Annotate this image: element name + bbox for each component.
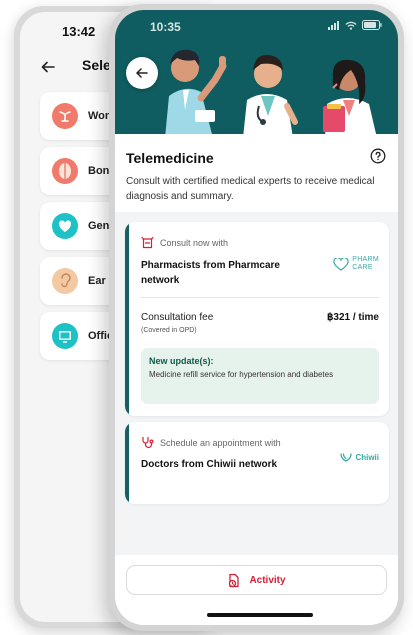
telemedicine-screen: 10:35 Telemedicine Consult with certifie… xyxy=(115,10,398,625)
card-header: Schedule an appointment with xyxy=(141,436,281,449)
card-header-label: Schedule an appointment with xyxy=(160,437,281,448)
status-time: 13:42 xyxy=(62,24,96,39)
pharmcare-logo-line1: PHARM xyxy=(352,256,379,263)
fee-note: (Covered in OPD) xyxy=(141,327,197,334)
card-header-label: Consult now with xyxy=(160,237,229,248)
back-arrow-icon[interactable] xyxy=(41,60,55,74)
card-header: Consult now with xyxy=(141,236,228,249)
chiwii-logo-text: Chiwii xyxy=(355,453,379,462)
bone-joint-icon xyxy=(52,158,78,184)
doctors-illustration xyxy=(165,49,377,134)
page-title: Telemedicine xyxy=(126,150,214,166)
consult-booth-icon xyxy=(141,236,154,249)
pharmcare-logo: PHARM CARE xyxy=(333,256,379,272)
activity-document-icon xyxy=(229,573,240,587)
chiwii-logo: Chiwii xyxy=(340,452,379,463)
ear-icon xyxy=(52,268,78,294)
heart-icon xyxy=(52,213,78,239)
monitor-icon xyxy=(52,323,78,349)
uterus-icon xyxy=(52,103,78,129)
page-description: Consult with certified medical experts t… xyxy=(126,176,375,202)
activity-label: Activity xyxy=(249,574,286,586)
help-icon[interactable] xyxy=(370,148,386,164)
back-arrow-icon xyxy=(136,68,148,78)
pharmcare-heart-icon xyxy=(333,257,349,271)
fee-label: Consultation fee xyxy=(141,312,214,323)
update-notice: New update(s): Medicine refill service f… xyxy=(141,348,379,404)
page-header: Telemedicine Consult with certified medi… xyxy=(115,134,398,212)
bottom-bar: Activity xyxy=(115,555,398,625)
provider-name: Pharmacists from Pharmcare network xyxy=(141,260,280,286)
consult-now-card[interactable]: Consult now with Pharmacists from Pharmc… xyxy=(125,222,389,416)
schedule-appointment-card[interactable]: Schedule an appointment with Doctors fro… xyxy=(125,422,389,504)
update-title: New update(s): xyxy=(149,356,214,366)
back-button[interactable] xyxy=(126,57,158,89)
pharmcare-logo-text: PHARM CARE xyxy=(352,256,379,272)
activity-button[interactable]: Activity xyxy=(126,565,387,595)
hero-banner: 10:35 xyxy=(115,10,398,134)
chiwii-symbol-icon xyxy=(340,453,353,462)
home-indicator xyxy=(207,613,313,617)
update-text: Medicine refill service for hypertension… xyxy=(149,370,334,379)
pharmcare-logo-line2: CARE xyxy=(352,264,373,271)
fee-value: ฿321 / time xyxy=(327,312,379,323)
stethoscope-icon xyxy=(142,436,154,449)
divider xyxy=(141,297,379,298)
provider-name: Doctors from Chiwii network xyxy=(141,459,278,470)
foreground-phone: 10:35 Telemedicine Consult with certifie… xyxy=(109,4,404,631)
